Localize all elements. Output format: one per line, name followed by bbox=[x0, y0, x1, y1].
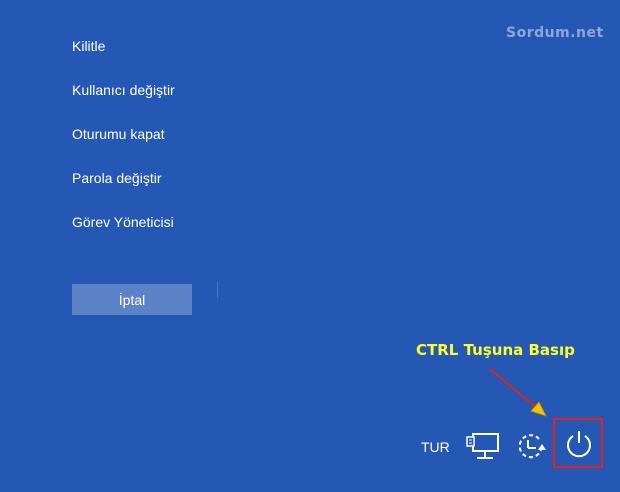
annotation-arrow-icon bbox=[489, 368, 547, 417]
menu-item-change-password[interactable]: Parola değiştir bbox=[72, 170, 162, 186]
ease-of-access-icon[interactable] bbox=[512, 429, 548, 465]
menu-item-task-manager[interactable]: Görev Yöneticisi bbox=[72, 214, 174, 230]
menu-item-switch-user[interactable]: Kullanıcı değiştir bbox=[72, 82, 175, 98]
language-indicator[interactable]: TUR bbox=[421, 439, 450, 455]
menu-item-lock[interactable]: Kilitle bbox=[72, 38, 105, 54]
menu-item-sign-out[interactable]: Oturumu kapat bbox=[72, 126, 165, 142]
power-icon[interactable] bbox=[563, 428, 595, 460]
annotation-text: CTRL Tuşuna Basıp bbox=[416, 341, 575, 359]
cancel-button[interactable]: İptal bbox=[72, 284, 192, 315]
divider bbox=[217, 282, 218, 298]
network-icon[interactable] bbox=[465, 431, 501, 463]
watermark: Sordum.net bbox=[506, 25, 604, 41]
